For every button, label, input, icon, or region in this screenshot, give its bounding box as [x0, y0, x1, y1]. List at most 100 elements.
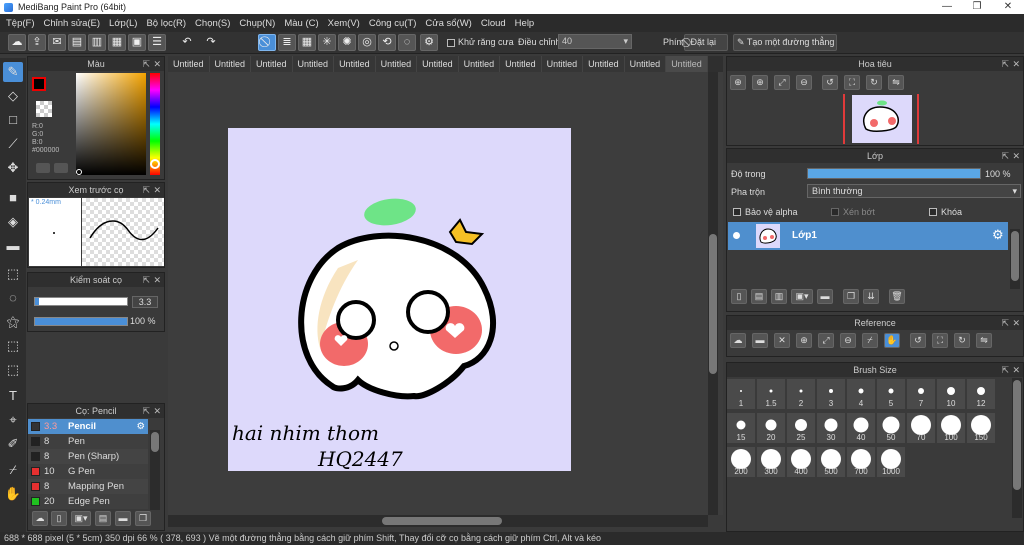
- brush-size-cell[interactable]: 40: [847, 413, 875, 443]
- brush-size-scrollbar[interactable]: [1012, 378, 1022, 518]
- brush-size-cell[interactable]: 20: [757, 413, 785, 443]
- brush-size-cell[interactable]: 10: [937, 379, 965, 409]
- text-tool-icon[interactable]: T: [3, 386, 23, 406]
- reference-open-icon[interactable]: ▬: [752, 333, 768, 348]
- brush-size-cell[interactable]: 15: [727, 413, 755, 443]
- brush-size-cell[interactable]: 700: [847, 447, 875, 477]
- brush-tool-icon[interactable]: ✎: [3, 62, 23, 82]
- brush-list-item[interactable]: 8 Pen: [28, 434, 148, 449]
- transparent-swatch[interactable]: [36, 101, 52, 117]
- menu-edit[interactable]: Chỉnh sửa(E): [42, 18, 108, 29]
- close-panel-icon[interactable]: ✕: [1012, 57, 1020, 71]
- brush-size-cell[interactable]: 1000: [877, 447, 905, 477]
- navigator-viewport[interactable]: [843, 94, 919, 144]
- new-layer-icon[interactable]: ▯: [731, 289, 747, 304]
- page-icon[interactable]: ▥: [88, 34, 106, 51]
- magic-wand-tool-icon[interactable]: ⚝: [3, 312, 23, 332]
- brush-size-cell[interactable]: 70: [907, 413, 935, 443]
- reference-hand-icon[interactable]: ✋: [884, 333, 900, 348]
- redo-icon[interactable]: ↷: [202, 34, 220, 51]
- adjust-select[interactable]: 40 ▾: [558, 34, 632, 49]
- document-tab[interactable]: Untitled: [458, 56, 501, 72]
- reference-cloud-icon[interactable]: ☁: [730, 333, 746, 348]
- brush-size-cell[interactable]: 3: [817, 379, 845, 409]
- eyedropper-tool-icon[interactable]: ⌿: [3, 460, 23, 480]
- settings-gear-icon[interactable]: ⚙: [420, 34, 438, 51]
- parallel-snap-icon[interactable]: ≣: [278, 34, 296, 51]
- brush-size-cell[interactable]: 400: [787, 447, 815, 477]
- circle-snap-icon[interactable]: ◎: [358, 34, 376, 51]
- brush-size-cell[interactable]: 5: [877, 379, 905, 409]
- reference-close-icon[interactable]: ✕: [774, 333, 790, 348]
- select-rect-tool-icon[interactable]: ⬚: [3, 264, 23, 284]
- comic-icon[interactable]: ▤: [68, 34, 86, 51]
- hue-handle[interactable]: [150, 159, 160, 169]
- grid-page-icon[interactable]: ▦: [108, 34, 126, 51]
- close-panel-icon[interactable]: ✕: [1012, 316, 1020, 330]
- close-button[interactable]: ✕: [993, 0, 1023, 14]
- merge-layer-icon[interactable]: ⇊: [863, 289, 879, 304]
- layer-scrollbar[interactable]: [1010, 229, 1020, 289]
- document-tab[interactable]: Untitled: [624, 56, 667, 72]
- brush-size-cell[interactable]: 100: [937, 413, 965, 443]
- brush-size-slider[interactable]: [34, 297, 128, 306]
- snap-off-icon[interactable]: ⃠: [258, 34, 276, 51]
- brush-size-scroll-thumb[interactable]: [1013, 380, 1021, 490]
- menu-tools[interactable]: Công cụ(T): [367, 18, 424, 29]
- menu-snap[interactable]: Chụp(N): [237, 18, 282, 29]
- saturation-value-picker[interactable]: [76, 73, 146, 175]
- upload-icon[interactable]: ⇪: [28, 34, 46, 51]
- brush-list-item[interactable]: 8 Mapping Pen: [28, 479, 148, 494]
- menu-window[interactable]: Cửa sổ(W): [423, 18, 478, 29]
- brush-folder-icon[interactable]: ▬: [115, 511, 131, 526]
- operation-tool-icon[interactable]: ⌖: [3, 410, 23, 430]
- reference-zoom-in-icon[interactable]: ⊕: [796, 333, 812, 348]
- reference-rotate-left-icon[interactable]: ↺: [910, 333, 926, 348]
- brush-list-item[interactable]: 10 G Pen: [28, 464, 148, 479]
- duplicate-layer-icon[interactable]: ❐: [843, 289, 859, 304]
- protect-alpha-checkbox[interactable]: [733, 208, 741, 216]
- canvas-vscroll-thumb[interactable]: [709, 234, 717, 374]
- cloud-brush-icon[interactable]: ☁: [32, 511, 48, 526]
- layer-type-icon[interactable]: ▣▾: [791, 289, 813, 304]
- brush-list-scroll-thumb[interactable]: [151, 432, 159, 452]
- canvas-hscroll-thumb[interactable]: [382, 517, 502, 525]
- zoom-out-icon[interactable]: ⊖: [796, 75, 812, 90]
- brush-size-cell[interactable]: 50: [877, 413, 905, 443]
- eraser-tool-icon[interactable]: ◇: [3, 86, 23, 106]
- close-panel-icon[interactable]: ✕: [153, 183, 161, 197]
- brush-settings-icon[interactable]: ▤: [95, 511, 111, 526]
- delete-layer-icon[interactable]: 🗑: [889, 289, 905, 304]
- primary-color-swatch[interactable]: [32, 77, 46, 91]
- brush-opacity-slider[interactable]: [34, 317, 128, 326]
- document-tab[interactable]: Untitled: [292, 56, 335, 72]
- new-1bit-layer-icon[interactable]: ▥: [771, 289, 787, 304]
- brush-size-cell[interactable]: 500: [817, 447, 845, 477]
- menu-filter[interactable]: Bộ lọc(R): [144, 18, 193, 29]
- close-panel-icon[interactable]: ✕: [1012, 363, 1020, 377]
- select-pen-tool-icon[interactable]: ⬚: [3, 336, 23, 356]
- layer-settings-gear-icon[interactable]: ⚙: [992, 227, 1004, 243]
- actual-size-icon[interactable]: ⛶: [844, 75, 860, 90]
- layer-row[interactable]: Lớp1 ⚙: [728, 222, 1008, 250]
- brush-list-item[interactable]: 8 Pen (Sharp): [28, 449, 148, 464]
- zoom-in-nav-icon[interactable]: ⊕: [730, 75, 746, 90]
- popout-icon[interactable]: ⇱: [1001, 149, 1009, 163]
- brush-list-item[interactable]: 20 Edge Pen: [28, 494, 148, 509]
- document-tab[interactable]: Untitled: [417, 56, 459, 72]
- reference-rotate-right-icon[interactable]: ↻: [954, 333, 970, 348]
- zoom-in-icon[interactable]: ⊕: [752, 75, 768, 90]
- cross-snap-icon[interactable]: ▦: [298, 34, 316, 51]
- document-tab[interactable]: Untitled: [375, 56, 418, 72]
- document-tab[interactable]: Untitled: [666, 56, 708, 72]
- document-tab[interactable]: Untitled: [251, 56, 293, 72]
- line-tool-icon[interactable]: ⟋: [3, 134, 23, 154]
- divide-tool-icon[interactable]: ✐: [3, 434, 23, 454]
- brush-size-cell[interactable]: 300: [757, 447, 785, 477]
- brush-size-cell[interactable]: 2: [787, 379, 815, 409]
- reference-actual-icon[interactable]: ⛶: [932, 333, 948, 348]
- reset-button[interactable]: ⃠ Đặt lại: [684, 34, 728, 51]
- lock-checkbox[interactable]: [929, 208, 937, 216]
- popout-icon[interactable]: ⇱: [142, 273, 150, 287]
- cloud-icon[interactable]: ☁: [8, 34, 26, 51]
